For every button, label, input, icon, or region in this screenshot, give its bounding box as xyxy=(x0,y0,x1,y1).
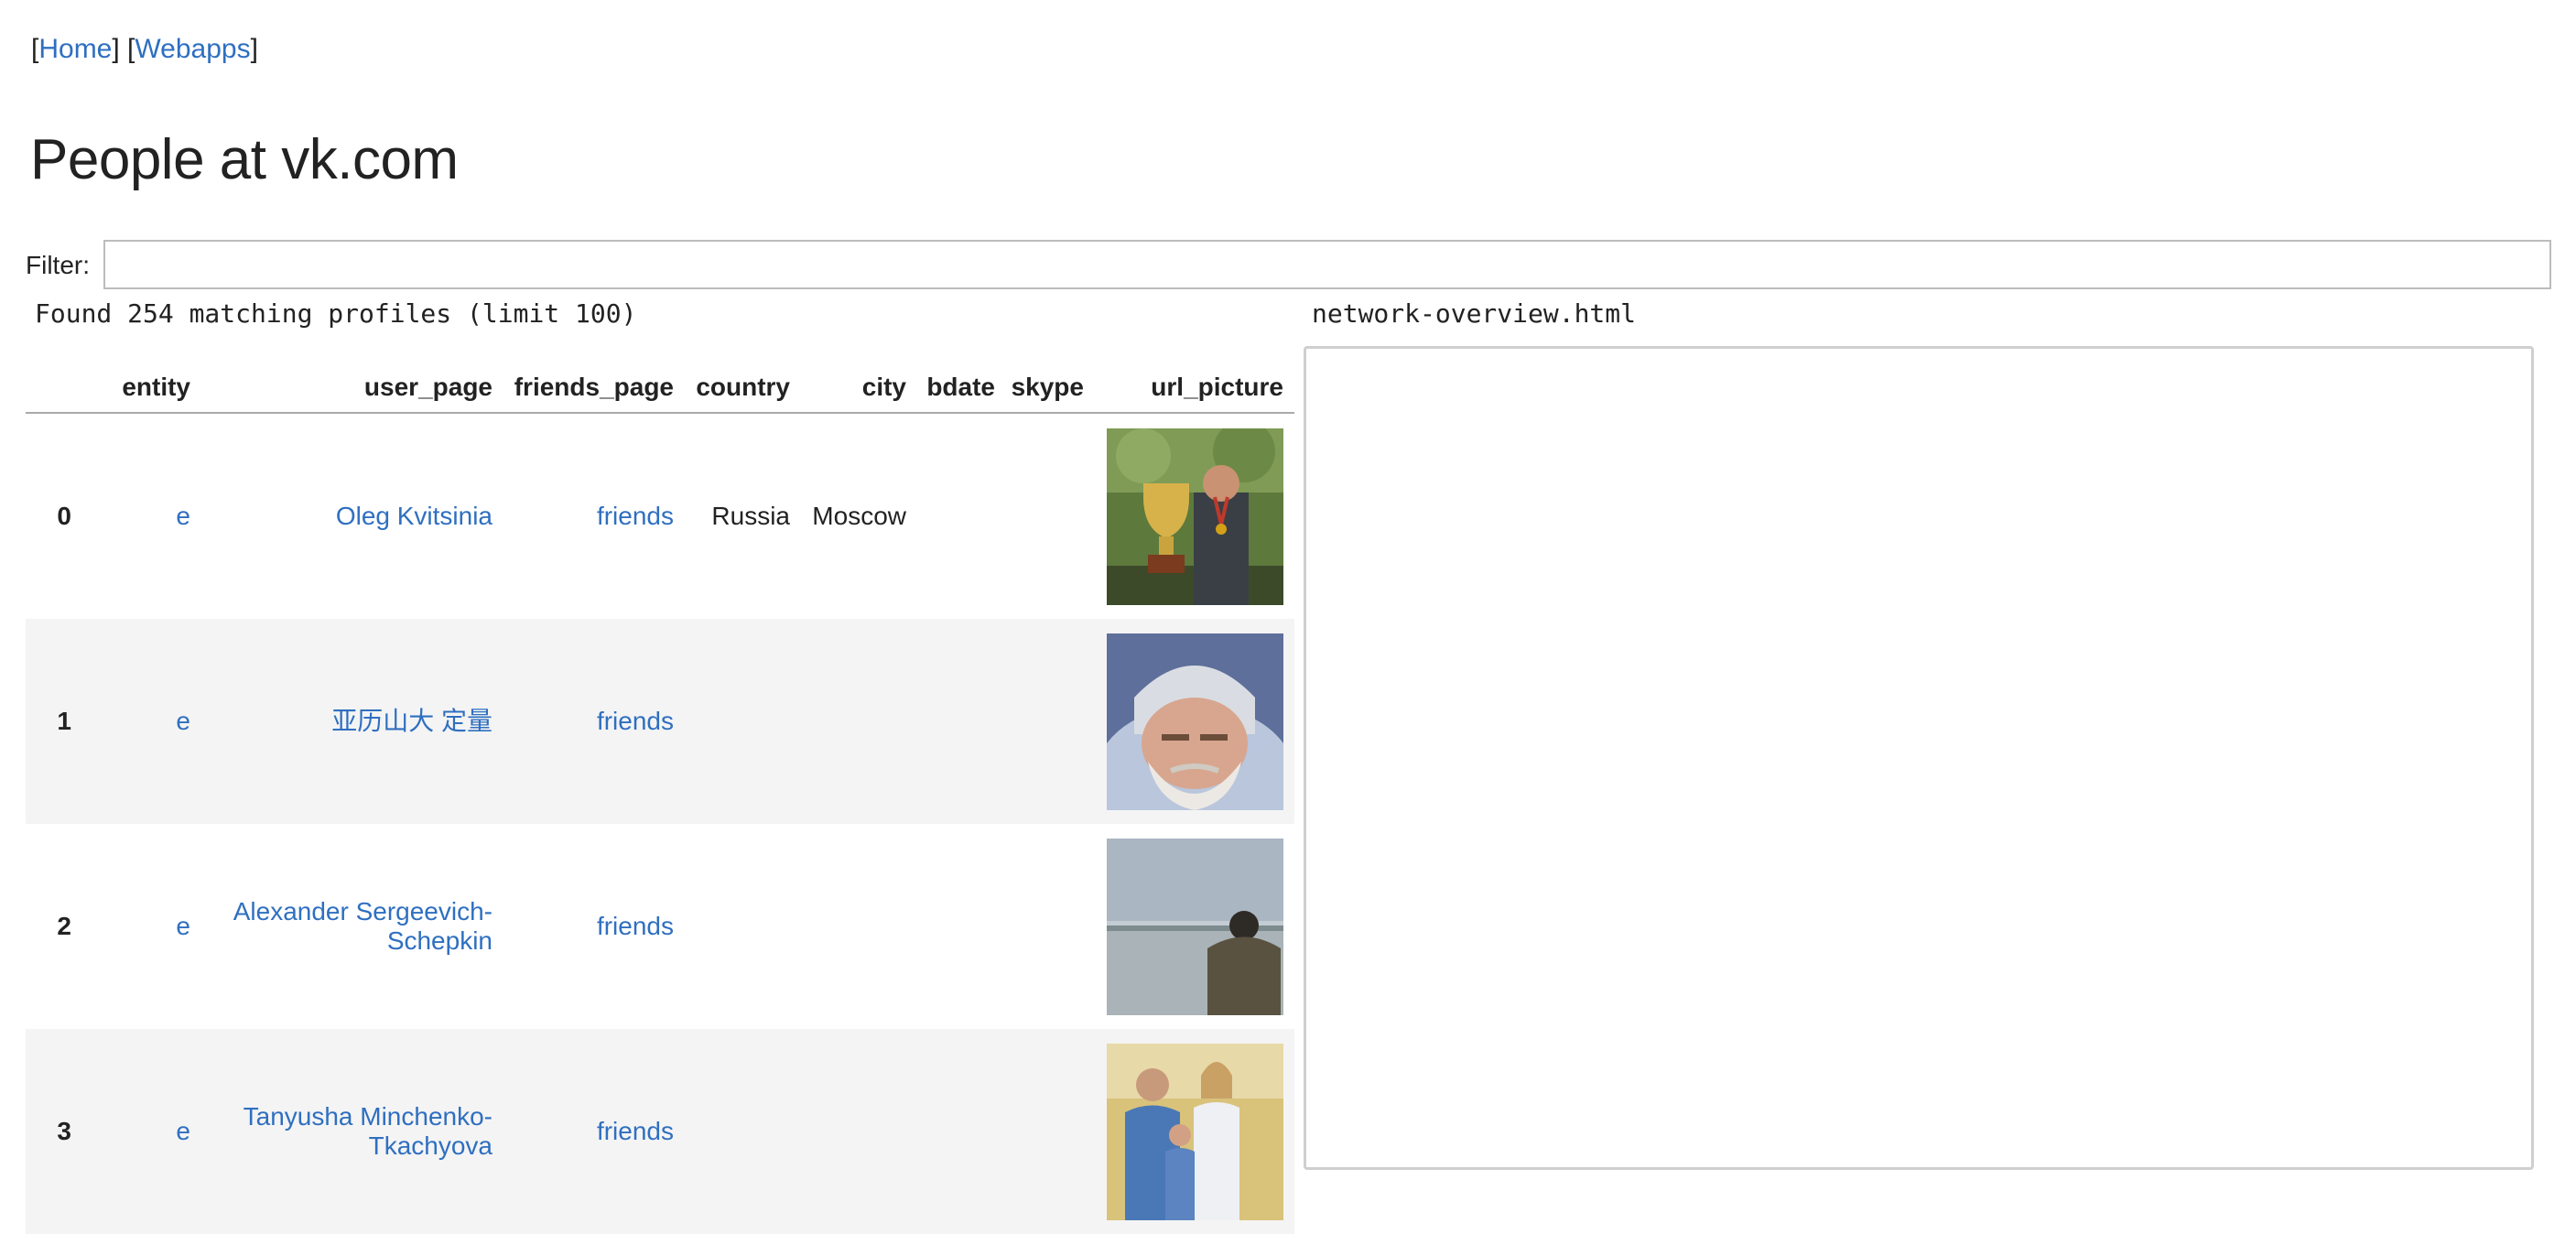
city-cell xyxy=(790,824,906,1029)
trophy-portrait-photo xyxy=(1107,428,1283,605)
column-header-bdate: bdate xyxy=(906,363,995,414)
user-page-link[interactable]: 亚历山大 定量 xyxy=(331,707,492,735)
row-index: 1 xyxy=(26,619,71,824)
column-header-friends-page: friends_page xyxy=(492,363,674,414)
bdate-cell xyxy=(906,824,995,1029)
home-link[interactable]: Home xyxy=(38,34,112,64)
filter-input[interactable] xyxy=(103,240,2551,289)
network-overview-frame[interactable] xyxy=(1304,346,2534,1170)
filter-label: Filter: xyxy=(26,251,90,279)
skype-cell xyxy=(995,1029,1084,1234)
column-header-country: country xyxy=(674,363,790,414)
row-index: 2 xyxy=(57,912,71,940)
country-cell xyxy=(674,824,790,1029)
user-page-link[interactable]: Alexander Sergeevich-Schepkin xyxy=(233,897,492,955)
user-page-link[interactable]: Tanyusha Minchenko-Tkachyova xyxy=(244,1102,492,1160)
country-cell xyxy=(674,619,790,824)
entity-link[interactable]: e xyxy=(176,707,190,735)
row-index: 0 xyxy=(57,502,71,530)
friends-link[interactable]: friends xyxy=(597,502,674,530)
table-row: 0 e Oleg Kvitsinia friends Russia Moscow xyxy=(26,413,1294,619)
friends-link[interactable]: friends xyxy=(597,707,674,735)
user-page-link[interactable]: Oleg Kvitsinia xyxy=(336,502,492,530)
top-nav: [Home] [Webapps] xyxy=(31,34,258,64)
column-header-user-page: user_page xyxy=(190,363,492,414)
skype-cell xyxy=(995,413,1084,619)
table-row: 1 e 亚历山大 定量 friends xyxy=(26,619,1294,824)
table-header-row: entity user_page friends_page country ci… xyxy=(26,363,1294,414)
skype-cell xyxy=(995,824,1084,1029)
page-title: People at vk.com xyxy=(30,128,459,191)
column-header-city: city xyxy=(790,363,906,414)
skype-cell xyxy=(995,619,1084,824)
results-count: Found 254 matching profiles (limit 100) xyxy=(35,298,637,329)
profiles-table: entity user_page friends_page country ci… xyxy=(26,363,1294,1234)
filter-row: Filter: xyxy=(26,240,2554,293)
table-row: 2 e Alexander Sergeevich-Schepkin friend… xyxy=(26,824,1294,1029)
city-cell xyxy=(790,1029,906,1234)
column-header-skype: skype xyxy=(995,363,1084,414)
family-photo xyxy=(1107,1043,1283,1220)
entity-link[interactable]: e xyxy=(176,912,190,940)
country-cell xyxy=(674,1029,790,1234)
city-cell xyxy=(790,619,906,824)
friends-link[interactable]: friends xyxy=(597,1117,674,1145)
bdate-cell xyxy=(906,1029,995,1234)
column-header-entity: entity xyxy=(71,363,190,414)
city-cell: Moscow xyxy=(812,502,906,530)
bdate-cell xyxy=(906,413,995,619)
frame-caption: network-overview.html xyxy=(1312,298,1637,329)
entity-link[interactable]: e xyxy=(176,1117,190,1145)
friends-link[interactable]: friends xyxy=(597,912,674,940)
country-cell: Russia xyxy=(711,502,790,530)
bdate-cell xyxy=(906,619,995,824)
row-index: 3 xyxy=(26,1029,71,1234)
column-header-url-picture: url_picture xyxy=(1084,363,1294,414)
entity-link[interactable]: e xyxy=(176,502,190,530)
lake-view-photo xyxy=(1107,838,1283,1015)
webapps-link[interactable]: Webapps xyxy=(135,34,250,64)
table-row: 3 e Tanyusha Minchenko-Tkachyova friends xyxy=(26,1029,1294,1234)
winter-hat-portrait-photo xyxy=(1107,633,1283,810)
column-header-index xyxy=(26,363,71,414)
